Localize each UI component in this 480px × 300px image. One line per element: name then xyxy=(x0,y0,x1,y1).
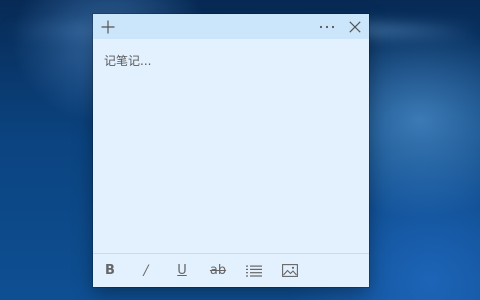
insert-image-button[interactable] xyxy=(277,254,303,287)
note-header[interactable] xyxy=(93,14,369,39)
close-icon xyxy=(349,20,361,33)
plus-icon xyxy=(101,20,115,33)
note-text-area[interactable]: 记笔记... xyxy=(104,52,151,69)
image-icon xyxy=(282,264,298,277)
bold-button[interactable]: B xyxy=(97,254,123,287)
sticky-note: 记笔记... B / U ab xyxy=(93,14,369,287)
more-options-button[interactable] xyxy=(315,14,339,39)
strikethrough-button[interactable]: ab xyxy=(205,254,231,287)
underline-button[interactable]: U xyxy=(169,254,195,287)
close-button[interactable] xyxy=(343,14,367,39)
italic-button[interactable]: / xyxy=(133,254,159,287)
bullet-list-button[interactable] xyxy=(241,254,267,287)
more-horizontal-icon xyxy=(319,25,335,28)
formatting-toolbar: B / U ab xyxy=(93,253,369,287)
bullet-list-icon xyxy=(246,265,262,277)
add-note-button[interactable] xyxy=(97,14,119,39)
